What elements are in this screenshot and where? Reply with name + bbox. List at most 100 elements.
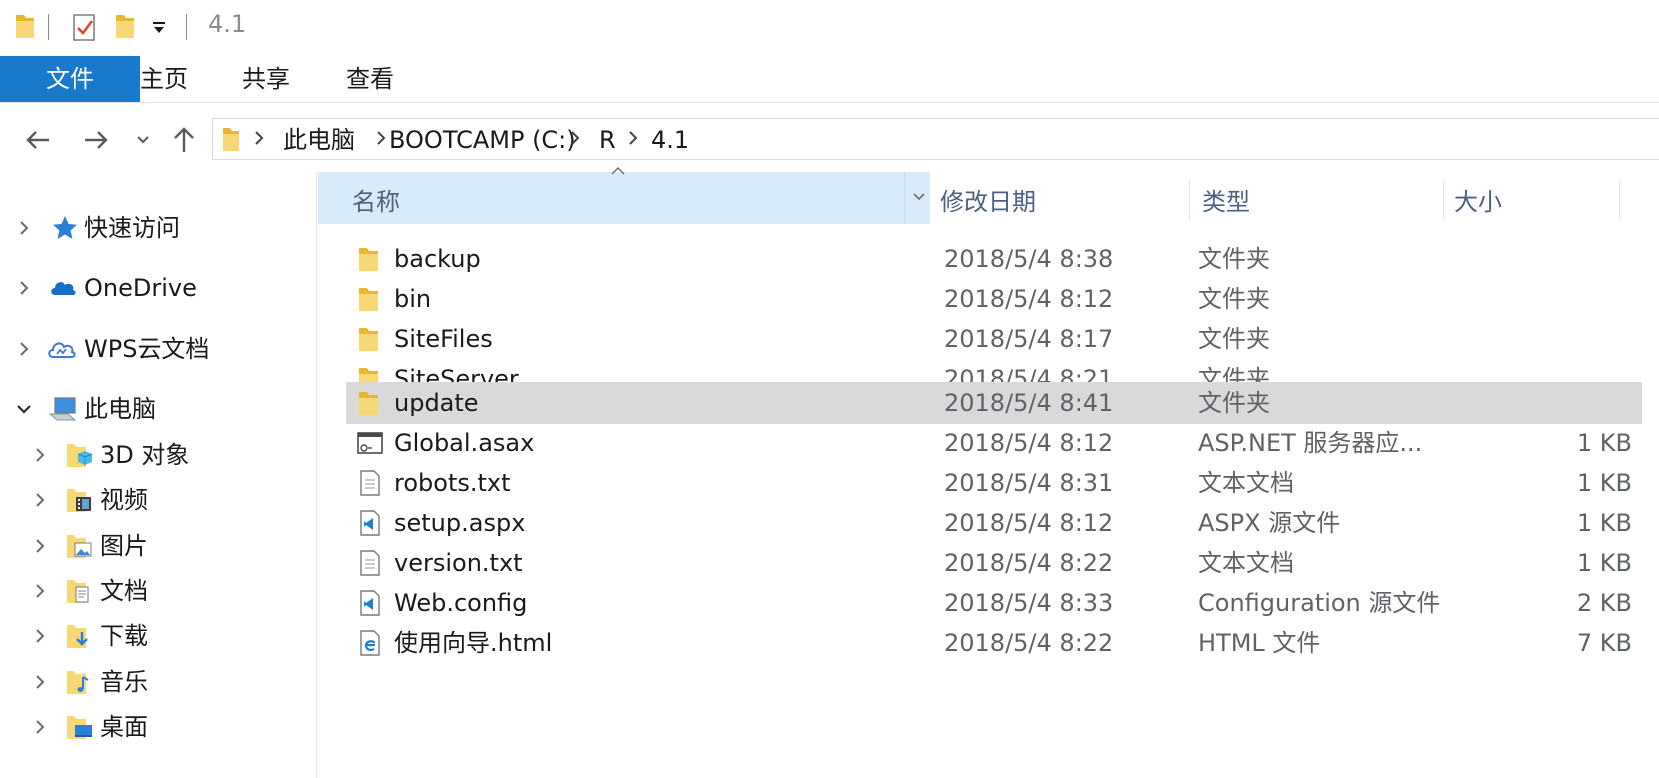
downloads-folder-icon: [67, 625, 88, 648]
breadcrumb-chevron-icon[interactable]: [253, 129, 265, 151]
text-file-icon: [360, 470, 380, 496]
file-name: backup: [394, 245, 481, 273]
chevron-right-icon: [36, 629, 45, 643]
nav-wps-cloud[interactable]: WPS云文档: [0, 327, 316, 371]
window-title: 4.1: [208, 10, 247, 38]
nav-label: 此电脑: [84, 395, 156, 423]
file-row[interactable]: version.txt 2018/5/4 8:22 文本文档 1 KB: [346, 542, 1642, 584]
edge-html-file-icon: [360, 630, 380, 656]
chevron-right-icon: [20, 281, 29, 295]
file-name: 使用向导.html: [394, 629, 553, 657]
tab-view[interactable]: 查看: [328, 56, 412, 102]
title-bar: 4.1: [0, 0, 1659, 52]
file-name: Global.asax: [394, 429, 535, 457]
breadcrumb-this-pc[interactable]: 此电脑: [283, 123, 355, 157]
nav-this-pc[interactable]: 此电脑: [0, 387, 316, 431]
computer-icon: [48, 397, 77, 421]
file-row[interactable]: SiteFiles 2018/5/4 8:17 文件夹: [346, 318, 1642, 360]
breadcrumb-bootcamp[interactable]: BOOTCAMP (C:): [389, 123, 576, 157]
file-size: 1 KB: [1576, 469, 1632, 497]
file-name: SiteFiles: [394, 325, 493, 353]
breadcrumb-chevron-icon[interactable]: [627, 129, 639, 151]
nav-quick-access[interactable]: 快速访问: [0, 206, 316, 250]
arrow-left-icon: [26, 131, 49, 149]
tab-file[interactable]: 文件: [0, 56, 140, 102]
chevron-right-icon: [36, 584, 45, 598]
properties-icon[interactable]: [72, 12, 98, 46]
navigation-pane: 快速访问 OneDrive WPS云文档 此电脑 3D 对象 视频 图片 文档 …: [0, 172, 317, 778]
customize-toolbar-icon[interactable]: [152, 20, 166, 39]
file-date: 2018/5/4 8:41: [944, 389, 1114, 417]
tab-home[interactable]: 主页: [122, 56, 206, 102]
nav-onedrive[interactable]: OneDrive: [0, 266, 316, 310]
back-button[interactable]: [18, 120, 58, 160]
nav-label: 文档: [100, 577, 148, 605]
address-bar[interactable]: 此电脑 BOOTCAMP (C:) R 4.1: [212, 118, 1659, 160]
column-header-date[interactable]: 修改日期: [930, 172, 1190, 224]
folder-icon: [221, 125, 241, 157]
chevron-right-icon: [36, 493, 45, 507]
nav-label: 快速访问: [84, 214, 180, 242]
folder-icon: [359, 328, 378, 351]
navigation-bar: 此电脑 BOOTCAMP (C:) R 4.1: [0, 112, 1659, 168]
chevron-down-icon: [913, 193, 925, 201]
file-type: ASPX 源文件: [1198, 509, 1341, 537]
nav-documents[interactable]: 文档: [0, 569, 316, 613]
nav-3d-objects[interactable]: 3D 对象: [0, 433, 316, 477]
nav-pictures[interactable]: 图片: [0, 524, 316, 568]
file-type: HTML 文件: [1198, 629, 1321, 657]
breadcrumb-r[interactable]: R: [599, 123, 616, 157]
file-row-selected[interactable]: update 2018/5/4 8:41 文件夹: [346, 382, 1642, 424]
nav-label: OneDrive: [84, 274, 197, 302]
file-row[interactable]: robots.txt 2018/5/4 8:31 文本文档 1 KB: [346, 462, 1642, 504]
breadcrumb-chevron-icon[interactable]: [375, 129, 387, 151]
nav-label: 图片: [100, 532, 148, 560]
file-row[interactable]: setup.aspx 2018/5/4 8:12 ASPX 源文件 1 KB: [346, 502, 1642, 544]
column-header-type[interactable]: 类型: [1190, 172, 1444, 224]
file-row[interactable]: backup 2018/5/4 8:38 文件夹: [346, 238, 1642, 280]
file-date: 2018/5/4 8:22: [944, 549, 1114, 577]
folder-icon: [359, 392, 378, 415]
file-date: 2018/5/4 8:38: [944, 245, 1114, 273]
pictures-folder-icon: [67, 535, 92, 558]
file-date: 2018/5/4 8:12: [944, 429, 1114, 457]
chevron-right-icon: [36, 539, 45, 553]
breadcrumb-current[interactable]: 4.1: [651, 123, 689, 157]
videos-folder-icon: [67, 489, 91, 512]
file-date: 2018/5/4 8:17: [944, 325, 1114, 353]
file-row[interactable]: 使用向导.html 2018/5/4 8:22 HTML 文件 7 KB: [346, 622, 1642, 664]
file-row[interactable]: Web.config 2018/5/4 8:33 Configuration 源…: [346, 582, 1642, 624]
vscode-file-icon: [360, 590, 380, 616]
chevron-down-icon: [17, 405, 31, 414]
nav-label: 桌面: [100, 713, 148, 741]
tab-share[interactable]: 共享: [224, 56, 308, 102]
nav-label: 3D 对象: [100, 441, 190, 469]
file-row[interactable]: Global.asax 2018/5/4 8:12 ASP.NET 服务器应..…: [346, 422, 1642, 464]
new-folder-icon[interactable]: [114, 12, 136, 44]
chevron-right-icon: [36, 448, 45, 462]
file-name: Web.config: [394, 589, 528, 617]
file-type: 文件夹: [1198, 285, 1270, 313]
up-button[interactable]: [164, 120, 204, 160]
forward-button[interactable]: [76, 120, 116, 160]
column-header-size[interactable]: 大小: [1444, 172, 1620, 224]
file-size: 1 KB: [1576, 549, 1632, 577]
file-row[interactable]: bin 2018/5/4 8:12 文件夹: [346, 278, 1642, 320]
nav-music[interactable]: 音乐: [0, 660, 316, 704]
breadcrumb-chevron-icon[interactable]: [569, 129, 581, 151]
nav-desktop[interactable]: 桌面: [0, 705, 316, 749]
file-name: robots.txt: [394, 469, 511, 497]
recent-locations-button[interactable]: [126, 120, 160, 160]
folder-icon: [359, 288, 378, 311]
wps-cloud-icon: [48, 342, 76, 358]
3d-objects-icon: [67, 444, 93, 467]
file-name: bin: [394, 285, 432, 313]
column-header-name[interactable]: 名称: [318, 167, 930, 224]
nav-videos[interactable]: 视频: [0, 478, 316, 522]
file-date: 2018/5/4 8:33: [944, 589, 1114, 617]
file-type: 文本文档: [1198, 469, 1294, 497]
file-type: ASP.NET 服务器应...: [1198, 429, 1423, 457]
sort-ascending-icon: [611, 167, 625, 175]
desktop-folder-icon: [67, 716, 92, 739]
nav-downloads[interactable]: 下载: [0, 614, 316, 658]
